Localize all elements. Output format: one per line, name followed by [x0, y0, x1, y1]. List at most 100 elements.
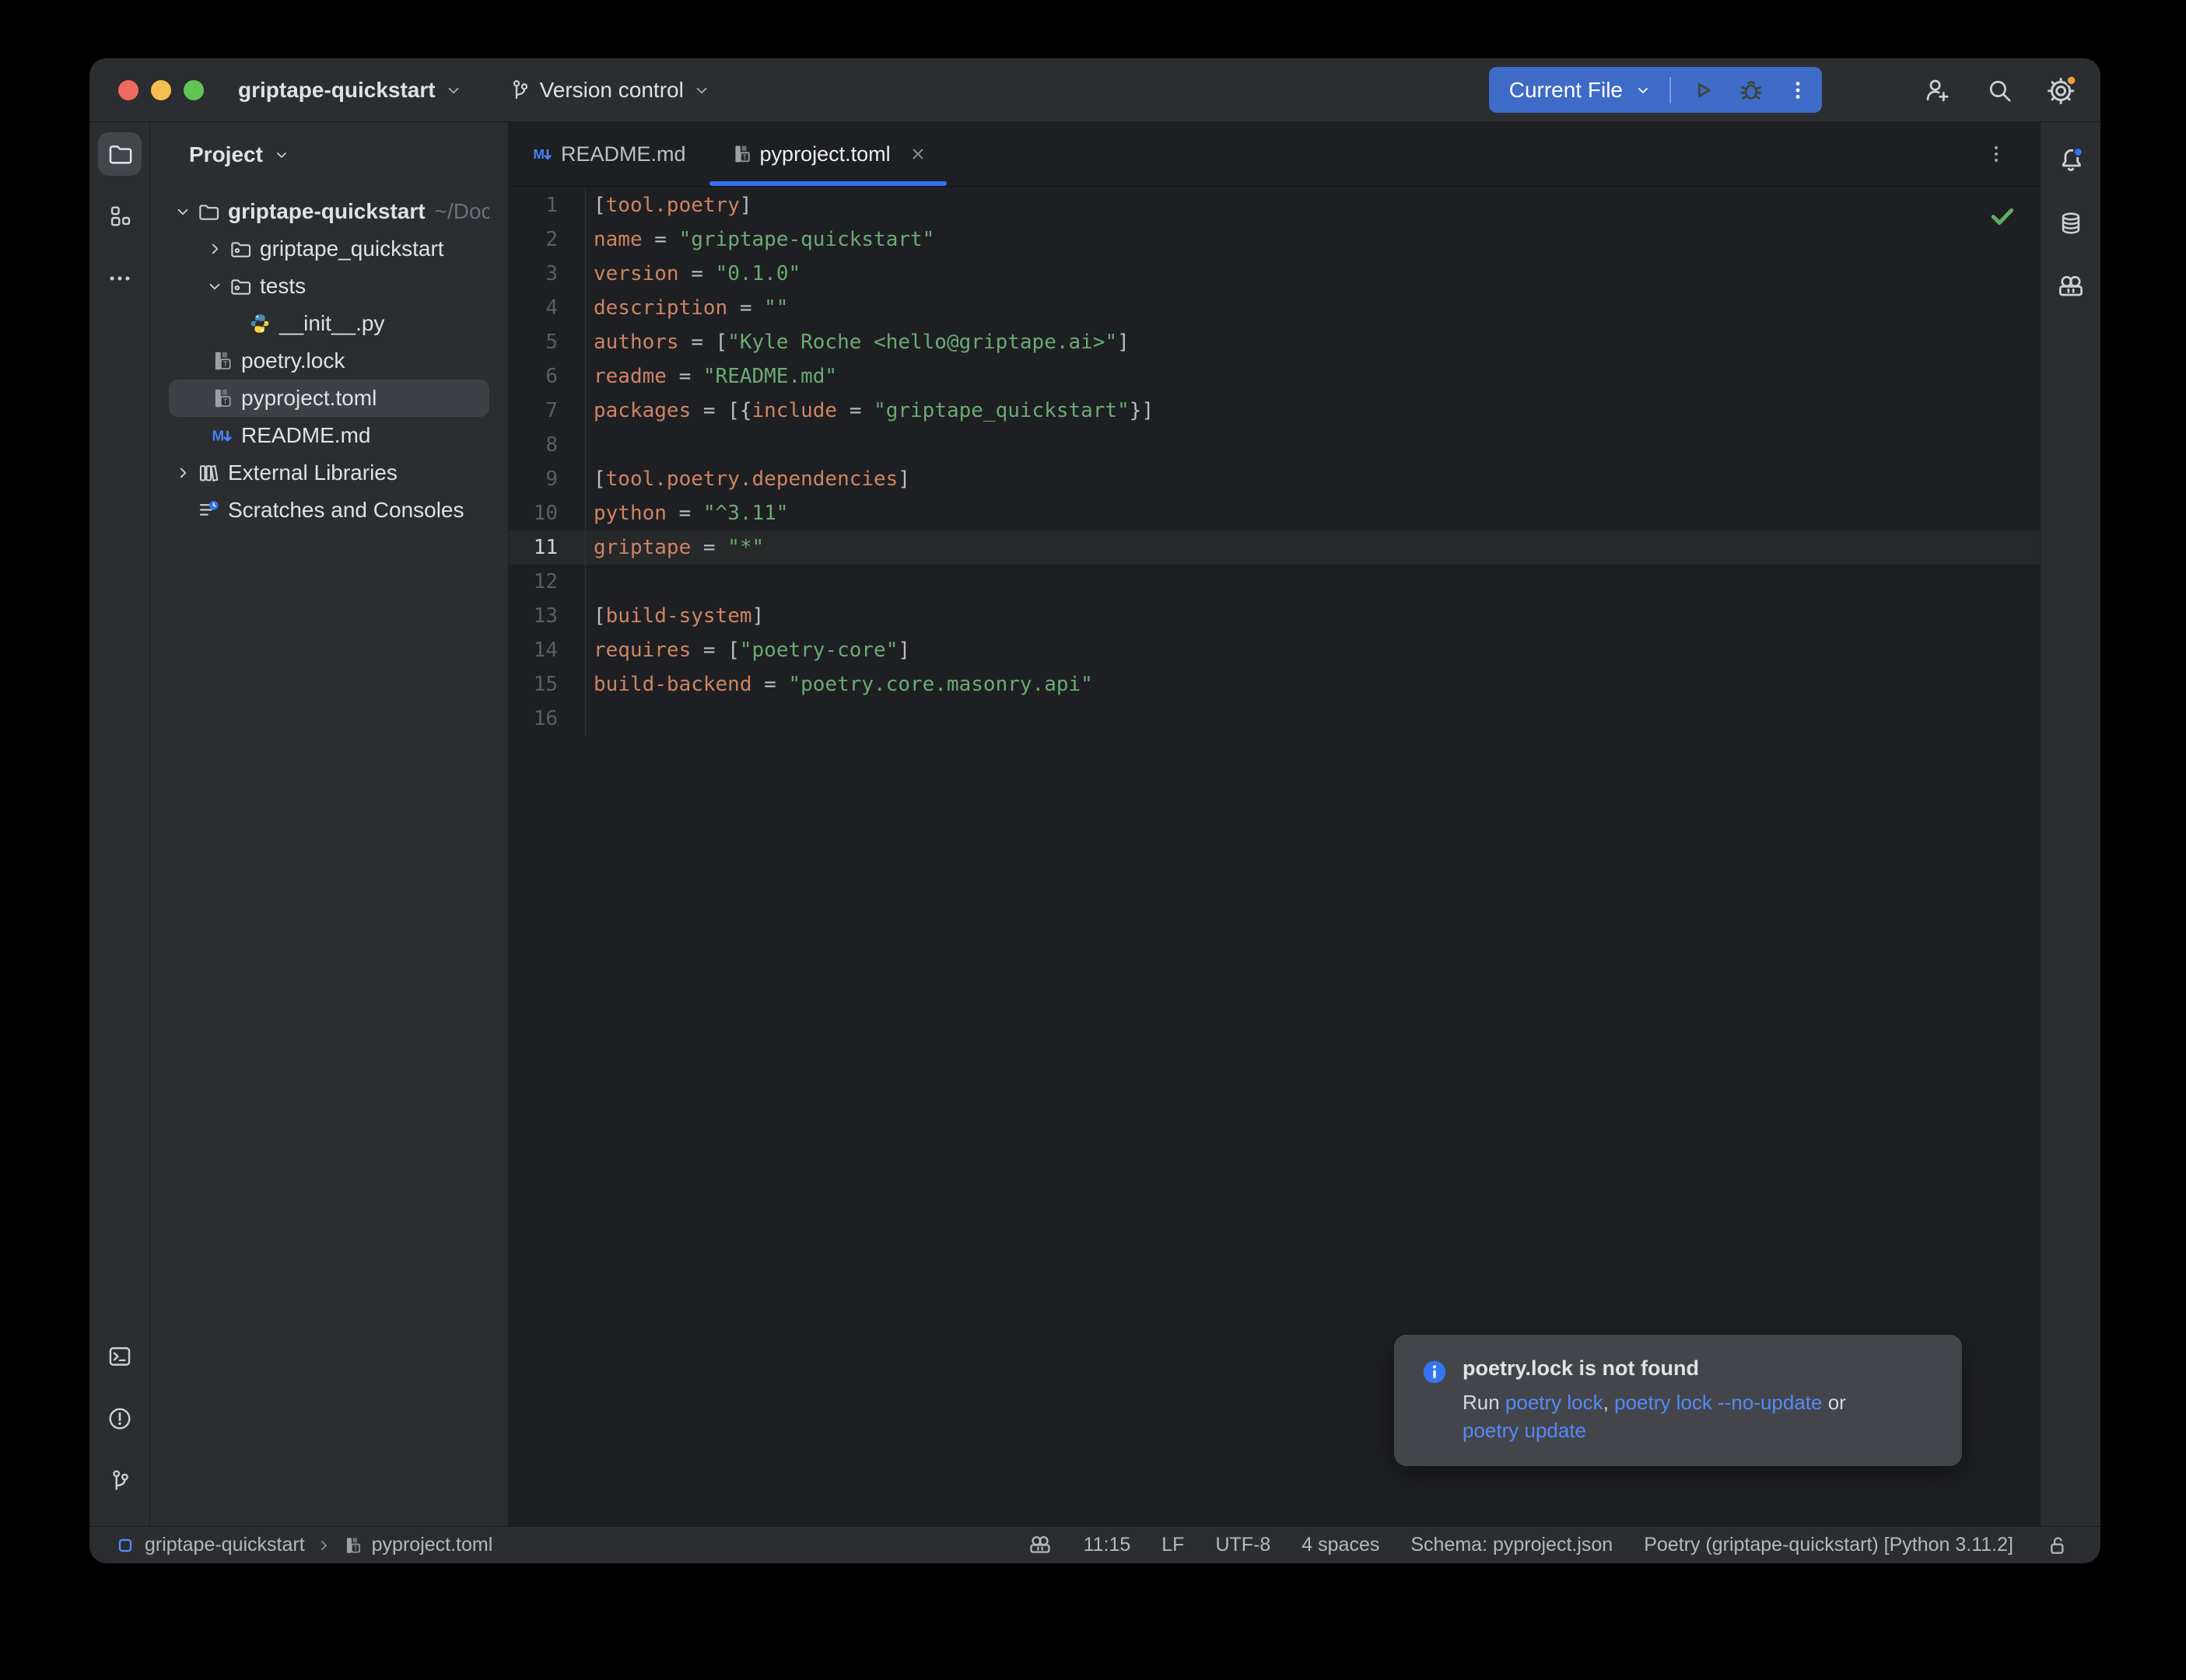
status-item-lf[interactable]: LF [1161, 1534, 1184, 1556]
add-user-button[interactable] [1915, 68, 1959, 112]
debug-button[interactable] [1736, 75, 1766, 105]
status-item-11-15[interactable]: 11:15 [1084, 1534, 1131, 1556]
line-number: 15 [509, 667, 586, 702]
tree-item-external-libraries[interactable]: External Libraries [169, 454, 489, 492]
tree-item-scratches-and-consoles[interactable]: Scratches and Consoles [169, 492, 489, 529]
toml-key: build-system [606, 604, 752, 628]
code-editor[interactable]: 1[tool.poetry]2name = "griptape-quicksta… [509, 187, 2040, 1526]
tree-item-label: tests [260, 274, 306, 299]
ai-assistant-status-icon[interactable] [1028, 1533, 1053, 1558]
toml-punctuation: = [691, 536, 727, 559]
editor-tab-readme-md[interactable]: MREADME.md [510, 122, 709, 186]
zoom-window-button[interactable] [184, 80, 204, 100]
status-item-schema-pyproject-json[interactable]: Schema: pyproject.json [1410, 1534, 1613, 1556]
tree-item-label: griptape-quickstart [228, 199, 426, 224]
code-line-9[interactable]: 9[tool.poetry.dependencies] [509, 462, 2040, 496]
folder-icon [107, 141, 133, 167]
code-line-5[interactable]: 5authors = ["Kyle Roche <hello@griptape.… [509, 325, 2040, 359]
minimize-window-button[interactable] [151, 80, 171, 100]
tree-item-griptape-quickstart[interactable]: griptape_quickstart [169, 230, 489, 268]
code-line-12[interactable]: 12 [509, 565, 2040, 599]
markdown-icon: M [210, 424, 233, 447]
code-line-11[interactable]: 11griptape = "*" [509, 530, 2040, 565]
code-line-4[interactable]: 4description = "" [509, 291, 2040, 325]
run-config-selector[interactable]: Current File [1509, 78, 1623, 103]
notification-link-poetry-update[interactable]: poetry update [1463, 1419, 1586, 1442]
close-window-button[interactable] [118, 80, 138, 100]
vcs-widget[interactable]: Version control [507, 78, 712, 103]
notification-title: poetry.lock is not found [1463, 1356, 1898, 1381]
folder-icon [197, 200, 220, 223]
vcs-widget-label: Version control [540, 78, 684, 103]
notification-link-poetry-lock-no-update[interactable]: poetry lock --no-update [1614, 1391, 1822, 1414]
tree-item-readme-md[interactable]: M README.md [169, 417, 489, 454]
tree-item-pyproject-toml[interactable]: [T]pyproject.toml [169, 380, 489, 417]
close-tab-button[interactable] [908, 144, 928, 164]
tree-item-label: README.md [241, 423, 370, 448]
toml-key: packages [594, 399, 691, 422]
tree-item-init-py[interactable]: __init__.py [169, 305, 489, 342]
ai-assistant-tool-button[interactable] [2049, 265, 2093, 309]
toml-string: "Kyle Roche <hello@griptape.ai>" [727, 331, 1117, 354]
notification-link-poetry-lock[interactable]: poetry lock [1505, 1391, 1603, 1414]
tab-label: README.md [561, 142, 686, 166]
git-branch-icon [107, 1468, 133, 1494]
line-number: 3 [509, 257, 586, 291]
svg-text:[T]: [T] [219, 397, 232, 406]
code-line-2[interactable]: 2name = "griptape-quickstart" [509, 222, 2040, 257]
lock-icon[interactable] [2044, 1533, 2069, 1558]
code-line-6[interactable]: 6readme = "README.md" [509, 359, 2040, 394]
code-line-3[interactable]: 3version = "0.1.0" [509, 257, 2040, 291]
project-panel-header[interactable]: Project [150, 122, 508, 187]
tree-item-poetry-lock[interactable]: [T]poetry.lock [169, 342, 489, 380]
toml-punctuation: = [727, 296, 764, 320]
toml-punctuation: = [643, 228, 679, 251]
structure-tool-button[interactable] [98, 194, 142, 238]
code-text: version = "0.1.0" [586, 262, 800, 285]
settings-button[interactable] [2040, 68, 2083, 112]
toml-punctuation: = [{ [691, 399, 751, 422]
project-tool-button[interactable] [98, 132, 142, 176]
problems-tool-button[interactable] [98, 1397, 142, 1440]
code-line-7[interactable]: 7packages = [{include = "griptape_quicks… [509, 394, 2040, 428]
code-line-13[interactable]: 13[build-system] [509, 599, 2040, 633]
tab-options-button[interactable] [1984, 142, 2009, 166]
code-line-15[interactable]: 15build-backend = "poetry.core.masonry.a… [509, 667, 2040, 702]
more-run-options-button[interactable] [1785, 77, 1811, 103]
project-widget-label: griptape-quickstart [238, 78, 436, 103]
notifications-tool-button[interactable] [2049, 138, 2093, 181]
database-tool-button[interactable] [2049, 201, 2093, 245]
inspections-status-button[interactable] [1987, 200, 2018, 231]
breadcrumb-griptape-quickstart[interactable]: griptape-quickstart [145, 1534, 305, 1556]
terminal-tool-button[interactable] [98, 1335, 142, 1378]
status-item-poetry-griptape-quickstart-python-3-11-2[interactable]: Poetry (griptape-quickstart) [Python 3.1… [1644, 1534, 2013, 1556]
active-tab-underline [709, 181, 947, 186]
breadcrumb-pyproject-toml[interactable]: pyproject.toml [372, 1534, 493, 1556]
code-line-1[interactable]: 1[tool.poetry] [509, 188, 2040, 222]
editor-tab-pyproject-toml[interactable]: [T]pyproject.toml [709, 122, 947, 186]
code-line-10[interactable]: 10python = "^3.11" [509, 496, 2040, 530]
run-button[interactable] [1688, 75, 1718, 105]
code-line-14[interactable]: 14requires = ["poetry-core"] [509, 633, 2040, 667]
version-control-tool-button[interactable] [98, 1459, 142, 1503]
chevron-right-icon [169, 463, 197, 483]
tree-item-path: ~/Docume [435, 199, 489, 224]
more-tool-windows-button[interactable] [98, 257, 142, 300]
toml-key: build-backend [594, 673, 752, 696]
tree-item-griptape-quickstart[interactable]: griptape-quickstart ~/Docume [169, 193, 489, 230]
status-item-4-spaces[interactable]: 4 spaces [1301, 1534, 1379, 1556]
code-line-16[interactable]: 16 [509, 702, 2040, 736]
line-number: 8 [509, 428, 586, 462]
code-text: readme = "README.md" [586, 365, 837, 388]
toml-icon: [T] [730, 143, 752, 165]
svg-text:M: M [212, 427, 225, 443]
chevron-down-icon [443, 80, 464, 100]
code-line-8[interactable]: 8 [509, 428, 2040, 462]
code-text: python = "^3.11" [586, 502, 788, 525]
toml-key: description [594, 296, 727, 320]
project-widget[interactable]: griptape-quickstart [238, 78, 464, 103]
status-item-utf-8[interactable]: UTF-8 [1215, 1534, 1270, 1556]
tree-item-tests[interactable]: tests [169, 268, 489, 305]
search-everywhere-button[interactable] [1978, 68, 2021, 112]
ai-assistant-icon [2056, 272, 2086, 302]
